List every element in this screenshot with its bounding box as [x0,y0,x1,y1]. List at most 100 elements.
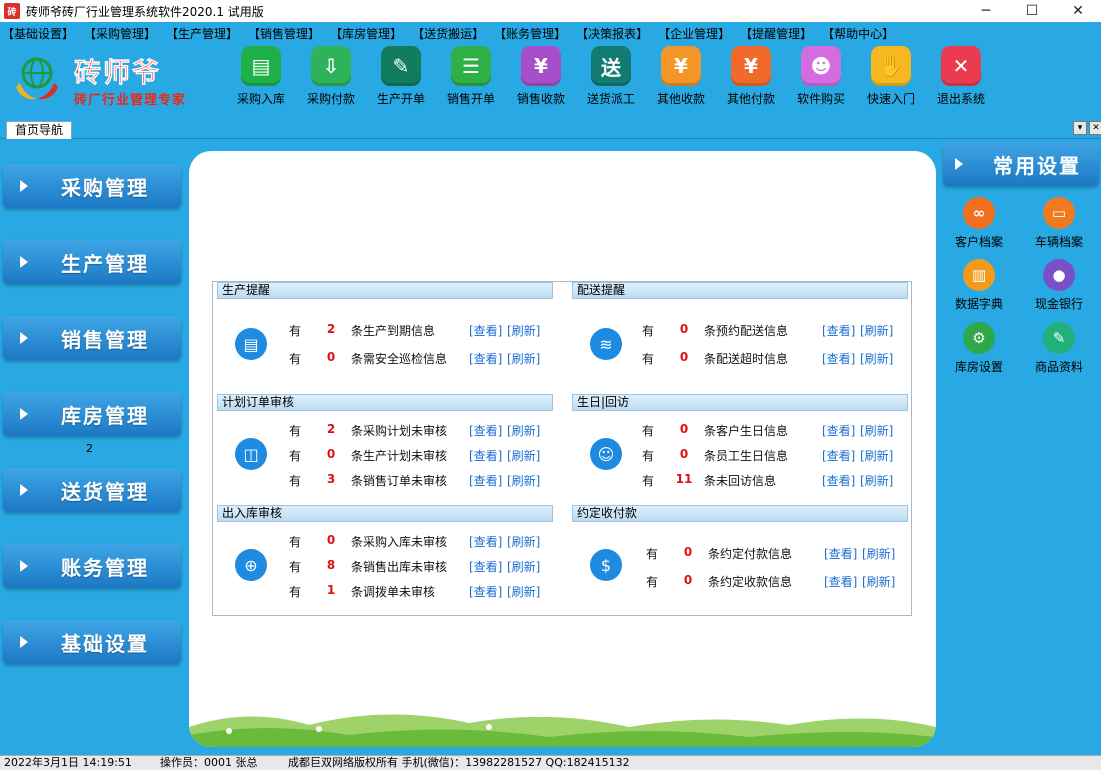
quick-setting-item[interactable]: ▭ 车辆档案 [1024,197,1094,253]
menu-item-help[interactable]: 【帮助中心】 [822,25,894,42]
view-link[interactable]: [查看] [469,472,502,489]
reminder-count: 11 [675,472,693,486]
nav-button[interactable]: 库房管理 [3,392,181,436]
reminder-count: 0 [679,422,689,436]
section-production-reminder: 生产提醒 ▤ 有 2 条生产到期信息 [查看] [刷新] 有 0 条需安全巡检信… [217,282,557,382]
toolbar-button[interactable]: 送送货派工 [576,46,646,110]
toolbar-button[interactable]: ¥ 其他付款 [716,46,786,110]
view-link[interactable]: [查看] [469,422,502,439]
toolbar-button[interactable]: ¥ 销售收款 [506,46,576,110]
minimize-button[interactable]: ─ [963,0,1009,22]
view-link[interactable]: [查看] [469,558,502,575]
section-birthday-revisit: 生日|回访 ☺ 有 0 条客户生日信息 [查看] [刷新] 有 0 条员工生日信… [572,394,912,494]
tab-home[interactable]: 首页导航 [6,121,73,139]
refresh-link[interactable]: [刷新] [862,545,895,562]
status-copyright: 成都巨双网络版权所有 手机(微信)：13982281527 QQ:1824151… [288,756,630,769]
view-link[interactable]: [查看] [469,533,502,550]
refresh-link[interactable]: [刷新] [507,472,540,489]
view-link[interactable]: [查看] [824,545,857,562]
menu-item-sales[interactable]: 【销售管理】 [248,25,320,42]
menu-item-basic-settings[interactable]: 【基础设置】 [2,25,74,42]
refresh-link[interactable]: [刷新] [860,447,893,464]
section-title: 配送提醒 [572,282,908,299]
view-link[interactable]: [查看] [822,447,855,464]
refresh-link[interactable]: [刷新] [507,422,540,439]
reminder-count: 3 [326,472,336,486]
nav-button[interactable]: 基础设置 [3,620,181,664]
reminder-count: 0 [683,545,693,559]
toolbar-button[interactable]: ▤ 采购入库 [226,46,296,110]
logo-title: 砖师爷 [74,58,161,90]
menu-item-reports[interactable]: 【决策报表】 [576,25,648,42]
nav-button-label: 销售管理 [61,327,149,352]
refresh-link[interactable]: [刷新] [860,422,893,439]
section-title: 出入库审核 [217,505,553,522]
nav-button[interactable]: 账务管理 [3,544,181,588]
view-link[interactable]: [查看] [824,573,857,590]
quick-setting-label: 现金银行 [1034,297,1083,311]
refresh-link[interactable]: [刷新] [862,573,895,590]
toolbar-button[interactable]: ✕ 退出系统 [926,46,996,110]
toolbar-button[interactable]: ☰ 销售开单 [436,46,506,110]
nav-button[interactable]: 销售管理 [3,316,181,360]
refresh-link[interactable]: [刷新] [507,350,540,367]
toolbar-button[interactable]: ☻ 软件购买 [786,46,856,110]
toolbar-button[interactable]: ✋ 快速入门 [856,46,926,110]
section-title: 约定收付款 [572,505,908,522]
refresh-link[interactable]: [刷新] [507,583,540,600]
section-title: 生产提醒 [217,282,553,299]
reminder-count: 0 [326,350,336,364]
toolbar-button[interactable]: ¥ 其他收款 [646,46,716,110]
refresh-link[interactable]: [刷新] [860,472,893,489]
view-link[interactable]: [查看] [822,350,855,367]
quick-setting-item[interactable]: ▥ 数据字典 [944,259,1014,315]
money-bag-icon: ¥ [661,46,701,86]
view-link[interactable]: [查看] [822,472,855,489]
quick-setting-item[interactable]: ● 现金银行 [1024,259,1094,315]
menu-item-delivery[interactable]: 【送货搬运】 [412,25,484,42]
quick-setting-item[interactable]: ∞ 客户档案 [944,197,1014,253]
view-link[interactable]: [查看] [469,583,502,600]
refresh-link[interactable]: [刷新] [507,447,540,464]
hand-icon: ✋ [871,46,911,86]
section-title: 计划订单审核 [217,394,553,411]
view-link[interactable]: [查看] [469,322,502,339]
reminder-count: 0 [679,350,689,364]
toolbar-button[interactable]: ⇩ 采购付款 [296,46,366,110]
common-settings-header[interactable]: 常用设置 [943,142,1099,186]
menu-item-accounts[interactable]: 【账务管理】 [494,25,566,42]
toolbar-button-label: 采购付款 [306,92,355,106]
view-link[interactable]: [查看] [822,422,855,439]
refresh-link[interactable]: [刷新] [860,322,893,339]
refresh-link[interactable]: [刷新] [507,322,540,339]
menu-item-production[interactable]: 【生产管理】 [166,25,238,42]
nav-button[interactable]: 采购管理 [3,164,181,208]
view-link[interactable]: [查看] [822,322,855,339]
maximize-button[interactable]: ☐ [1009,0,1055,22]
quick-setting-item[interactable]: ⚙ 库房设置 [944,322,1014,378]
nav-button-label: 送货管理 [61,479,149,504]
refresh-link[interactable]: [刷新] [507,558,540,575]
menu-item-reminders[interactable]: 【提醒管理】 [740,25,812,42]
play-arrow-icon [20,408,28,420]
refresh-link[interactable]: [刷新] [507,533,540,550]
toolbar-button-label: 其他付款 [726,92,775,106]
tab-close-icon[interactable]: ✕ [1089,121,1101,135]
menu-item-warehouse[interactable]: 【库房管理】 [330,25,402,42]
monitor-icon: ▭ [1043,197,1075,229]
play-arrow-icon [20,560,28,572]
globe-logo-icon [16,57,58,100]
folder-icon: ▤ [241,46,281,86]
view-link[interactable]: [查看] [469,350,502,367]
toolbar-button[interactable]: ✎ 生产开单 [366,46,436,110]
view-link[interactable]: [查看] [469,447,502,464]
quick-setting-item[interactable]: ✎ 商品资料 [1024,322,1094,378]
tab-list-dropdown-icon[interactable]: ▾ [1073,121,1087,135]
refresh-link[interactable]: [刷新] [860,350,893,367]
coin-icon: ● [1043,259,1075,291]
close-button[interactable]: ✕ [1055,0,1101,22]
menu-item-purchase[interactable]: 【采购管理】 [84,25,156,42]
menu-item-enterprise[interactable]: 【企业管理】 [658,25,730,42]
nav-button[interactable]: 生产管理 [3,240,181,284]
nav-button[interactable]: 送货管理 [3,468,181,512]
